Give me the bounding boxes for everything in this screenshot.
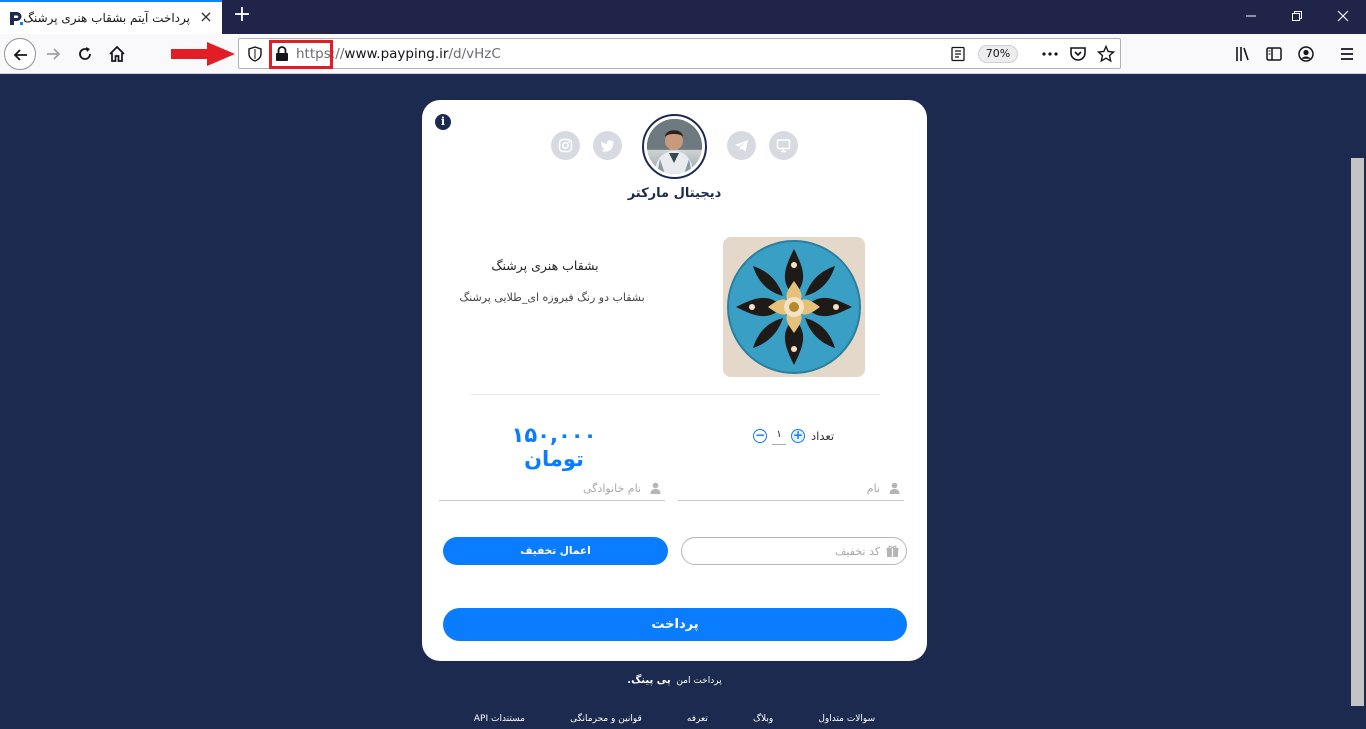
coupon-input[interactable]: کد تخفیف xyxy=(681,537,907,565)
apply-discount-button[interactable]: اعمال تخفیف xyxy=(443,537,668,565)
last-name-placeholder: نام خانوادگی xyxy=(583,482,641,495)
active-tab[interactable]: پرداخت آیتم بشقاب هنری پرشنگ × xyxy=(0,0,222,34)
new-tab-icon[interactable]: + xyxy=(230,4,254,28)
section-divider xyxy=(470,394,880,395)
bookmark-star-icon[interactable] xyxy=(1097,45,1115,63)
quantity-increase-button[interactable]: + xyxy=(791,429,805,443)
url-host: www.payping.ir xyxy=(344,46,449,62)
secure-text: پرداخت امن xyxy=(676,676,722,686)
page-scrollbar-thumb[interactable] xyxy=(1351,158,1364,706)
payment-card: i دیجیتال مارکتر بشقاب هنری پرشنگ بشقاب … xyxy=(422,100,927,661)
back-button[interactable] xyxy=(4,38,36,70)
last-name-field[interactable]: نام خانوادگی xyxy=(439,478,665,501)
quantity-input[interactable]: ۱ xyxy=(772,429,786,445)
minimize-icon[interactable] xyxy=(1228,0,1274,32)
sidebar-toggle-icon[interactable] xyxy=(1265,45,1283,63)
restore-icon[interactable] xyxy=(1274,0,1320,32)
footer-link-pricing[interactable]: تعرفه xyxy=(687,714,708,724)
forward-arrow-icon xyxy=(47,48,61,60)
footer-link-blog[interactable]: وبلاگ xyxy=(753,714,773,724)
first-name-placeholder: نام xyxy=(866,482,880,495)
address-bar[interactable]: https://www.payping.ir/d/vHzC 70% xyxy=(238,38,1121,69)
pocket-icon[interactable] xyxy=(1069,45,1087,63)
reload-button[interactable] xyxy=(69,38,101,70)
back-arrow-icon xyxy=(13,49,27,61)
gift-icon xyxy=(886,545,899,557)
tab-title: پرداخت آیتم بشقاب هنری پرشنگ xyxy=(23,11,190,25)
product-image xyxy=(723,237,865,377)
tab-bar: پرداخت آیتم بشقاب هنری پرشنگ × + xyxy=(0,0,1366,34)
red-arrow-annotation-icon xyxy=(171,42,235,66)
user-icon xyxy=(650,482,661,494)
seller-avatar xyxy=(642,114,707,179)
user-icon xyxy=(889,482,900,494)
tracking-shield-icon[interactable] xyxy=(247,46,263,62)
product-name: بشقاب هنری پرشنگ xyxy=(491,258,599,273)
total-price: ۱۵۰,۰۰۰ تومان xyxy=(511,423,597,471)
secure-payment-note: پرداخت امن پی پینگ. xyxy=(627,675,722,686)
info-icon[interactable]: i xyxy=(435,114,451,130)
close-window-icon[interactable] xyxy=(1320,0,1366,32)
home-button[interactable] xyxy=(101,38,133,70)
footer-link-terms[interactable]: قوانین و محرمانگی xyxy=(570,714,642,724)
library-icon[interactable] xyxy=(1234,45,1252,63)
more-actions-icon[interactable] xyxy=(1041,46,1059,62)
menu-hamburger-icon[interactable] xyxy=(1338,45,1356,63)
telegram-icon[interactable] xyxy=(727,131,756,160)
footer-links: سوالات متداول وبلاگ تعرفه قوانین و محرما… xyxy=(0,706,1349,725)
https-highlight-box xyxy=(269,40,333,69)
website-icon[interactable] xyxy=(769,131,798,160)
seller-photo xyxy=(647,119,702,174)
footer-link-api-docs[interactable]: مستندات API xyxy=(474,714,525,724)
first-name-field[interactable]: نام xyxy=(678,478,904,501)
forward-button[interactable] xyxy=(37,38,69,70)
instagram-icon[interactable] xyxy=(551,131,580,160)
footer-link-faq[interactable]: سوالات متداول xyxy=(818,714,875,724)
home-icon xyxy=(109,45,125,62)
product-description: بشقاب دو رنگ فیروزه ای_طلایی پرشنگ xyxy=(459,291,645,304)
quantity-label: تعداد xyxy=(811,429,835,443)
decorative-plate-image-icon xyxy=(723,237,865,377)
reload-icon xyxy=(79,47,91,60)
reader-view-icon[interactable] xyxy=(950,46,966,62)
coupon-placeholder: کد تخفیف xyxy=(835,545,880,558)
account-icon[interactable] xyxy=(1297,45,1315,63)
url-path: /d/vHzC xyxy=(448,46,501,62)
seller-name: دیجیتال مارکتر xyxy=(627,186,722,201)
quantity-decrease-button[interactable]: − xyxy=(753,429,767,443)
twitter-icon[interactable] xyxy=(593,131,622,160)
zoom-level-badge[interactable]: 70% xyxy=(978,45,1018,63)
pay-button[interactable]: پرداخت xyxy=(443,608,907,641)
tab-close-icon[interactable]: × xyxy=(198,9,214,25)
payping-brand-logo[interactable]: پی پینگ xyxy=(631,675,671,686)
